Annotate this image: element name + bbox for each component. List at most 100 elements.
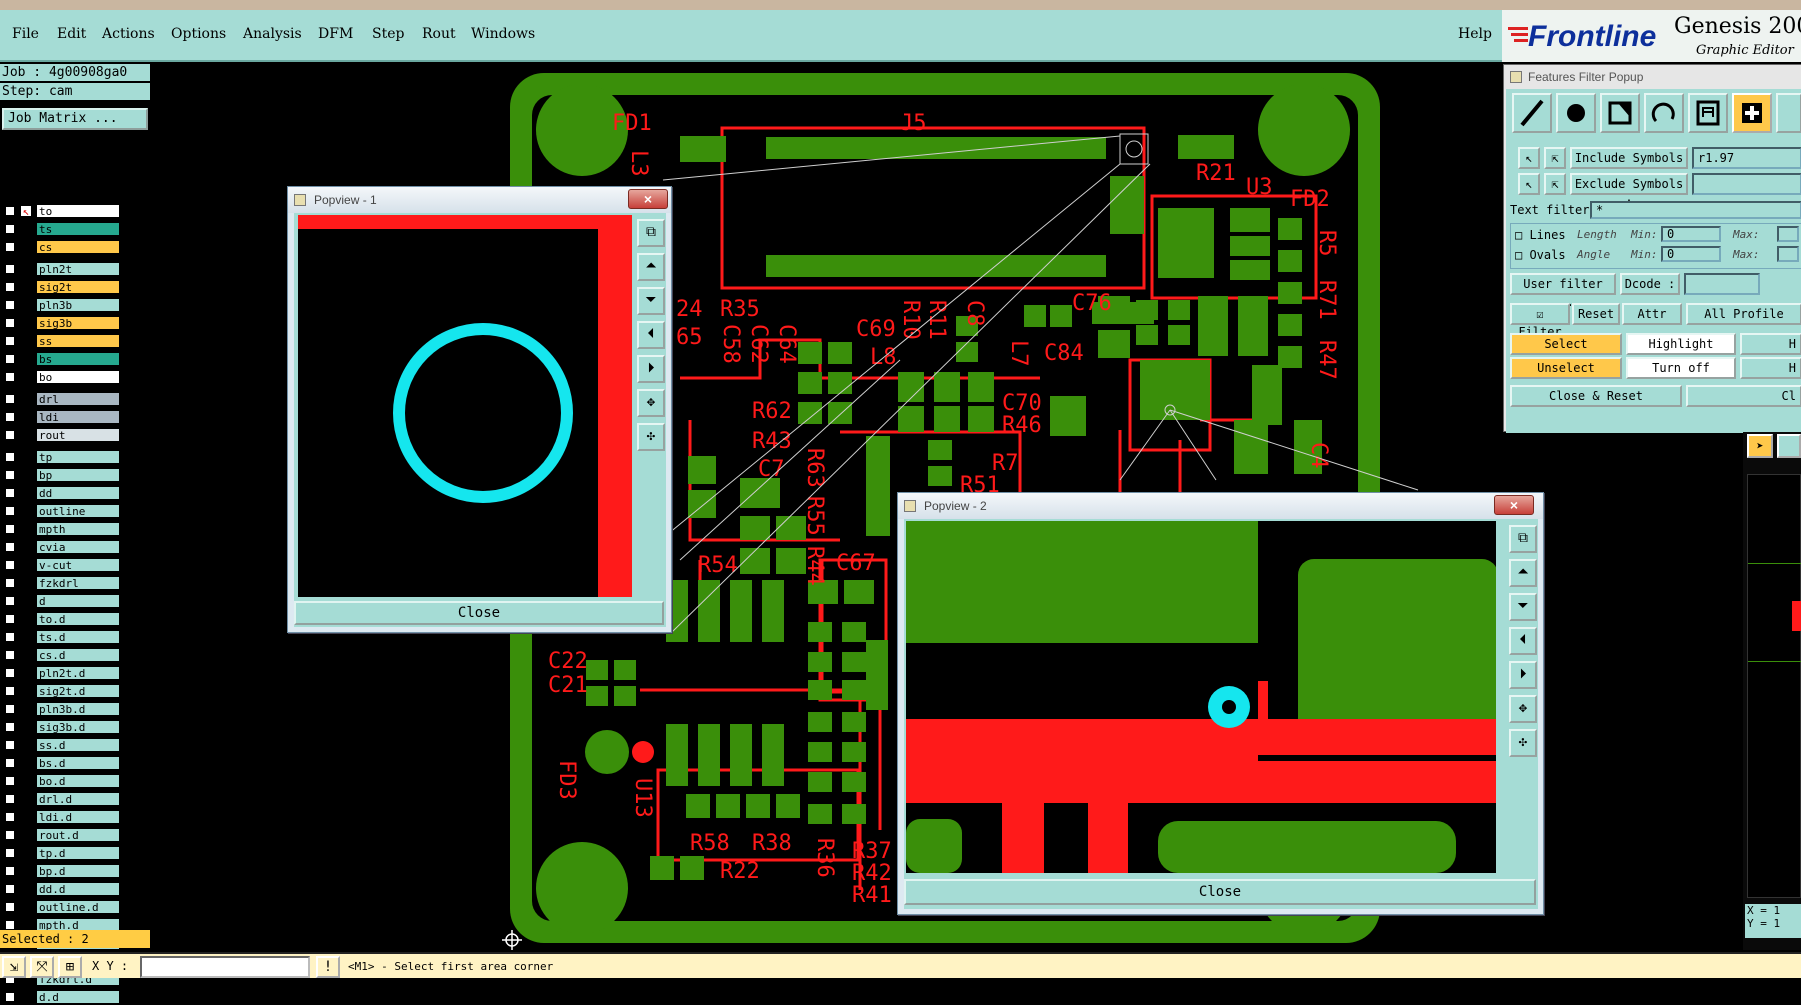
text-feature-icon[interactable] <box>1688 93 1728 133</box>
line-feature-icon[interactable] <box>1512 93 1552 133</box>
zoom-out-icon[interactable]: ✣ <box>637 423 665 451</box>
close-reset-button[interactable]: Close & Reset <box>1510 385 1682 407</box>
menu-help[interactable]: Help <box>1458 26 1492 42</box>
layer-checkbox[interactable] <box>5 452 15 462</box>
filter-checkbox[interactable]: ☑ Filter <box>1510 303 1570 339</box>
pointer-tool-icon[interactable]: ➤ <box>1747 434 1773 458</box>
add-feature-icon[interactable] <box>1732 93 1772 133</box>
layer-checkbox[interactable] <box>5 394 15 404</box>
layer-name[interactable]: rout <box>36 428 120 442</box>
layer-name[interactable]: bo <box>36 370 120 384</box>
layer-checkbox[interactable] <box>5 224 15 234</box>
menu-step[interactable]: Step <box>372 26 404 42</box>
exclude-list-icon[interactable]: ⇱ <box>1544 173 1566 195</box>
layer-checkbox[interactable] <box>5 866 15 876</box>
include-list-icon[interactable]: ⇱ <box>1544 147 1566 169</box>
include-symbols-input[interactable]: r1.97 <box>1692 147 1801 169</box>
layer-checkbox[interactable] <box>5 242 15 252</box>
zoom-fit-icon[interactable]: ⧉ <box>1509 525 1537 553</box>
popview-2-window[interactable]: Popview - 2 × ⧉ ⏶ ⏷ ⏴ ⏵ ✥ ✣ Close <box>897 492 1544 915</box>
layer-row-sig2t-d[interactable]: sig2t.d <box>2 684 120 698</box>
layer-checkbox[interactable] <box>5 560 15 570</box>
layer-checkbox[interactable] <box>5 206 15 216</box>
layer-checkbox[interactable] <box>5 848 15 858</box>
layer-row-fzkdrl[interactable]: fzkdrl <box>2 576 120 590</box>
layer-checkbox[interactable] <box>5 920 15 930</box>
lines-checkbox[interactable]: □ Lines <box>1515 228 1566 242</box>
layer-name[interactable]: to <box>36 204 120 218</box>
pan-up-icon[interactable]: ⏶ <box>637 253 665 281</box>
layer-name[interactable]: ldi <box>36 410 120 424</box>
layer-name[interactable]: to.d <box>36 612 120 626</box>
layer-name[interactable]: drl.d <box>36 792 120 806</box>
layer-name[interactable]: tp <box>36 450 120 464</box>
layer-checkbox[interactable] <box>5 884 15 894</box>
layer-name[interactable]: drl <box>36 392 120 406</box>
popview-2-close-button[interactable]: Close <box>904 879 1536 905</box>
zoom-area-icon[interactable]: ⇲ <box>2 956 26 978</box>
layer-name[interactable]: ts <box>36 222 120 236</box>
unselect-button[interactable]: Unselect <box>1510 357 1622 379</box>
more-feature-icon[interactable] <box>1776 93 1801 133</box>
layer-row-ldi[interactable]: ldi <box>2 410 120 424</box>
menu-options[interactable]: Options <box>171 26 226 42</box>
dcode-button[interactable]: Dcode : <box>1620 273 1680 295</box>
menu-actions[interactable]: Actions <box>102 26 155 42</box>
popview-1-close-button[interactable]: Close <box>294 601 664 625</box>
layer-checkbox[interactable] <box>5 992 15 1002</box>
layer-row-pln3b[interactable]: pln3b <box>2 298 120 312</box>
length-min-input[interactable]: 0 <box>1661 226 1721 242</box>
user-filter-button[interactable]: User filter ... <box>1510 273 1616 309</box>
layer-checkbox[interactable] <box>5 488 15 498</box>
cl-button-truncated[interactable]: Cl <box>1686 385 1801 407</box>
layer-name[interactable]: cvia <box>36 540 120 554</box>
layer-checkbox[interactable] <box>5 318 15 328</box>
exclude-symbols-input[interactable] <box>1692 173 1801 195</box>
layer-row-bs-d[interactable]: bs.d <box>2 756 120 770</box>
pan-left-icon[interactable]: ⏴ <box>1509 627 1537 655</box>
ovals-checkbox[interactable]: □ Ovals <box>1515 248 1566 262</box>
layer-row-bs[interactable]: bs <box>2 352 120 366</box>
grid-icon[interactable]: ⊞ <box>58 956 82 978</box>
measure-icon[interactable]: ⤧ <box>30 956 54 978</box>
layer-name[interactable]: ldi.d <box>36 810 120 824</box>
layer-name[interactable]: bp <box>36 468 120 482</box>
layer-name[interactable]: ss.d <box>36 738 120 752</box>
layer-checkbox[interactable] <box>5 506 15 516</box>
layer-checkbox[interactable] <box>5 300 15 310</box>
layer-checkbox[interactable] <box>5 722 15 732</box>
pan-right-icon[interactable]: ⏵ <box>1509 661 1537 689</box>
include-arrow-icon[interactable]: ↖ <box>1518 147 1540 169</box>
layer-checkbox[interactable] <box>5 354 15 364</box>
layer-row-d-d[interactable]: d.d <box>2 990 120 1004</box>
layer-checkbox[interactable] <box>5 282 15 292</box>
layer-checkbox[interactable] <box>5 524 15 534</box>
layer-row-cs-d[interactable]: cs.d <box>2 648 120 662</box>
length-max-input[interactable] <box>1777 226 1799 242</box>
layer-name[interactable]: sig3b.d <box>36 720 120 734</box>
layer-row-cs[interactable]: cs <box>2 240 120 254</box>
layer-checkbox[interactable] <box>5 430 15 440</box>
popview-2-close-x-button[interactable]: × <box>1494 495 1534 515</box>
h-button-truncated[interactable]: H <box>1740 333 1801 355</box>
layer-row-bp-d[interactable]: bp.d <box>2 864 120 878</box>
layer-row-to-d[interactable]: to.d <box>2 612 120 626</box>
layer-name[interactable]: cs <box>36 240 120 254</box>
dcode-input[interactable] <box>1684 273 1760 295</box>
layer-row-d[interactable]: d <box>2 594 120 608</box>
layer-name[interactable]: sig2t <box>36 280 120 294</box>
layer-row-drl-d[interactable]: drl.d <box>2 792 120 806</box>
pan-down-icon[interactable]: ⏷ <box>637 287 665 315</box>
layer-checkbox[interactable] <box>5 776 15 786</box>
layer-row-v-cut[interactable]: v-cut <box>2 558 120 572</box>
layer-row-cvia[interactable]: cvia <box>2 540 120 554</box>
layer-checkbox[interactable] <box>5 578 15 588</box>
layer-checkbox[interactable] <box>5 740 15 750</box>
layer-checkbox[interactable] <box>5 902 15 912</box>
turn-off-button[interactable]: Turn off <box>1626 357 1736 379</box>
layer-name[interactable]: pln3b <box>36 298 120 312</box>
layer-name[interactable]: ss <box>36 334 120 348</box>
features-filter-popup[interactable]: Features Filter Popup ↖ ⇱ Include Symbol… <box>1503 64 1801 433</box>
pan-right-icon[interactable]: ⏵ <box>637 355 665 383</box>
layer-row-outline-d[interactable]: outline.d <box>2 900 120 914</box>
